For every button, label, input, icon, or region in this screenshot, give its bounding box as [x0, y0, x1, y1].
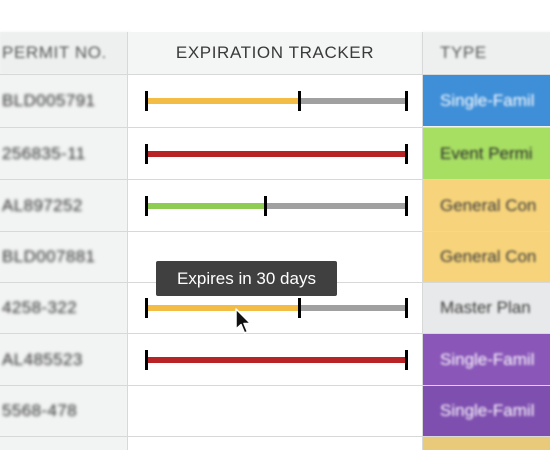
tracker-tick — [404, 349, 408, 370]
tracker-tick — [297, 298, 301, 318]
expiration-bar-elapsed[interactable] — [146, 97, 300, 104]
tracker-tick — [144, 349, 148, 370]
header-type[interactable]: TYPE — [422, 32, 550, 74]
type-label: Single-Famil — [440, 90, 535, 110]
tracker-tick — [144, 195, 148, 216]
expiration-bar-elapsed[interactable] — [146, 202, 266, 209]
expiration-bar-remaining[interactable] — [299, 305, 406, 311]
expiration-bar-elapsed[interactable] — [146, 356, 406, 363]
type-badge[interactable]: Single-Famil — [423, 334, 550, 385]
tracker-tick — [404, 143, 408, 164]
permit-no-cell[interactable]: AL897252 — [0, 180, 130, 231]
type-label: Event Permi — [440, 143, 533, 163]
permit-no-cell[interactable]: AL485523 — [0, 334, 130, 385]
tracker-tick — [404, 195, 408, 216]
tracker-tick — [404, 90, 408, 111]
type-label: General Con — [440, 195, 537, 215]
tracker-tick — [297, 90, 301, 111]
type-label: General Con — [440, 247, 537, 266]
expiration-bar-remaining[interactable] — [299, 97, 406, 104]
type-label: Master Plan — [440, 298, 531, 317]
type-label: Single-Famil — [440, 349, 535, 369]
type-badge[interactable]: General Con — [423, 180, 550, 231]
header-expiration-tracker[interactable]: EXPIRATION TRACKER — [128, 32, 422, 74]
type-badge[interactable] — [423, 437, 550, 450]
permit-no-cell[interactable]: BLD007881 — [0, 232, 130, 282]
expiration-bar-elapsed[interactable] — [146, 150, 406, 157]
tracker-tick — [144, 90, 148, 111]
header-permit-no[interactable]: PERMIT NO. — [0, 32, 130, 74]
type-badge[interactable]: General Con — [423, 232, 550, 282]
type-badge[interactable]: Single-Famil — [423, 75, 550, 126]
permit-no-cell[interactable]: BLD005791 — [0, 75, 130, 126]
top-strip — [0, 0, 550, 32]
expiration-bar-remaining[interactable] — [265, 202, 406, 209]
column-divider — [127, 32, 128, 450]
permit-no-cell[interactable]: 256835-11 — [0, 128, 130, 179]
tracker-column — [128, 32, 422, 450]
tracker-tick — [144, 143, 148, 164]
permit-no-cell[interactable]: 4258-322 — [0, 283, 130, 333]
mouse-cursor-icon — [235, 308, 252, 334]
type-badge[interactable]: Single-Famil — [423, 386, 550, 436]
expiration-bar-elapsed[interactable] — [146, 305, 300, 311]
permit-no-cell[interactable]: 5568-478 — [0, 386, 130, 436]
type-label: Single-Famil — [440, 401, 535, 420]
tracker-tick — [264, 195, 268, 216]
type-badge[interactable]: Event Permi — [423, 128, 550, 179]
column-divider — [422, 32, 423, 450]
tracker-tick — [144, 298, 148, 318]
tracker-tick — [404, 298, 408, 318]
type-badge[interactable]: Master Plan — [423, 283, 550, 333]
expiration-tooltip: Expires in 30 days — [156, 261, 337, 296]
